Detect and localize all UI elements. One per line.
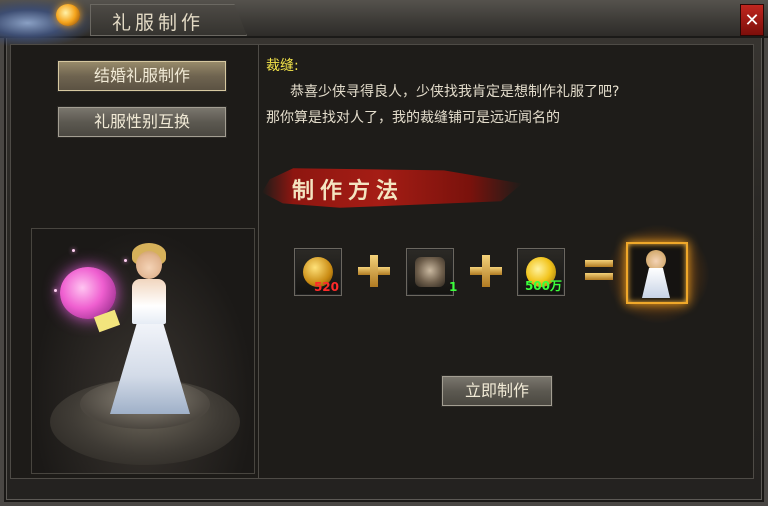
sparkle — [72, 249, 75, 252]
recipe-title: 制作方法 — [292, 178, 405, 204]
dialog-line-1: 恭喜少侠寻得良人，少侠找我肯定是想制作礼服了吧? — [290, 84, 620, 100]
window-title: 礼服制作 — [112, 12, 205, 34]
bride-head — [136, 251, 162, 279]
sparkle — [124, 259, 127, 262]
ore-bundle-icon — [415, 257, 445, 287]
wedding-dress-figure — [110, 319, 190, 414]
plus-icon — [358, 255, 390, 287]
material-count: 500万 — [524, 279, 562, 293]
dress-thumbnail — [642, 268, 670, 298]
bride-torso — [132, 279, 166, 324]
dragon-orb-icon — [56, 4, 80, 26]
npc-name: 裁缝: — [266, 58, 299, 74]
sparkle — [54, 289, 57, 292]
material-count: 520 — [313, 280, 339, 294]
dress-gender-swap-button[interactable]: 礼服性别互换 — [57, 106, 227, 138]
plus-icon — [470, 255, 502, 287]
character-preview — [31, 228, 255, 474]
window-titlebar[interactable]: 礼服制作 ✕ — [0, 0, 768, 46]
dialog-line-2: 那你算是找对人了，我的裁缝铺可是远近闻名的 — [266, 110, 560, 126]
wedding-dress-crafting-button[interactable]: 结婚礼服制作 — [57, 60, 227, 92]
wedding-dress-icon — [646, 250, 666, 270]
dragon-emblem-icon — [0, 0, 92, 46]
close-button[interactable]: ✕ — [740, 4, 764, 36]
material-count: 1 — [449, 280, 458, 294]
material-slot-1[interactable]: 520 — [294, 248, 342, 296]
close-icon: ✕ — [744, 9, 760, 31]
make-now-button[interactable]: 立即制作 — [441, 375, 553, 407]
material-slot-2[interactable]: 1 — [406, 248, 458, 296]
result-slot[interactable] — [626, 242, 688, 304]
material-slot-3[interactable]: 500万 — [517, 248, 565, 296]
